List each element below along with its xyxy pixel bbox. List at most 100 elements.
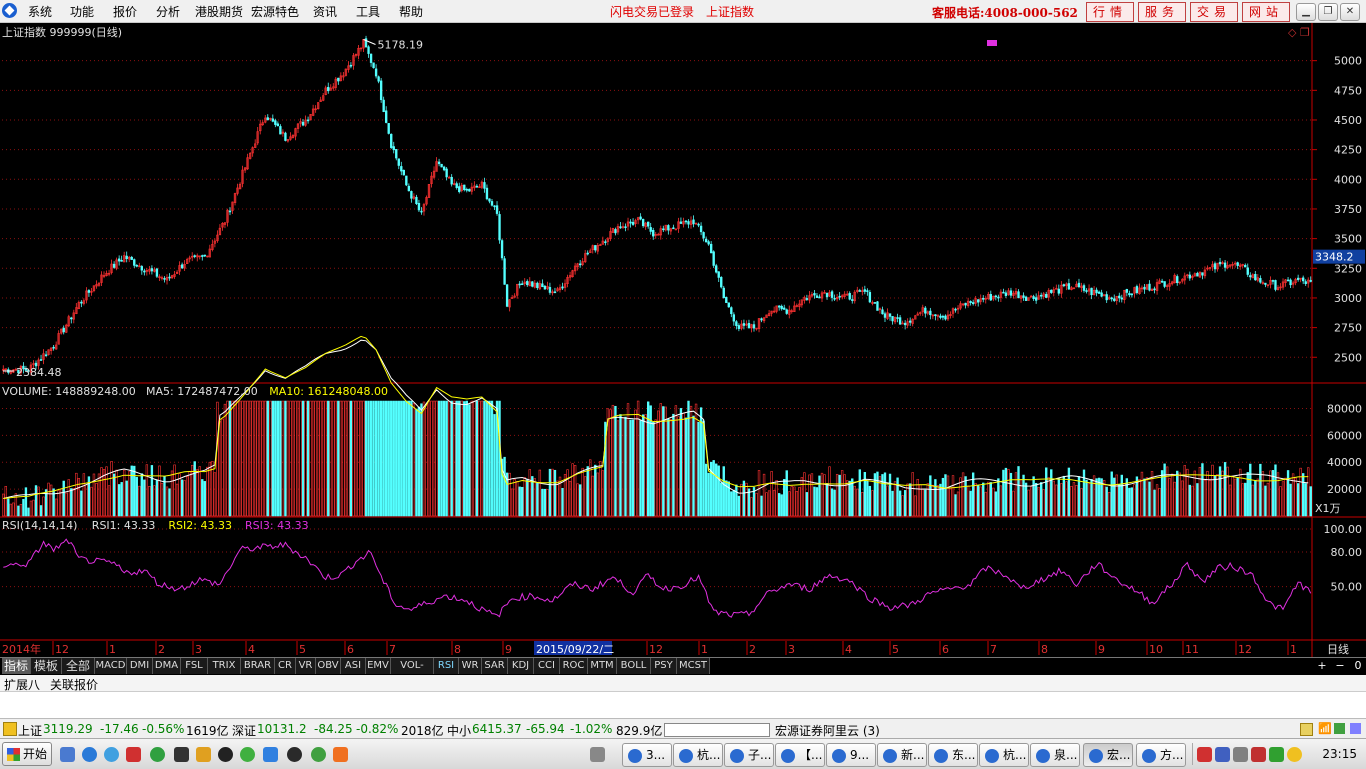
taskbar-item-6[interactable]: 东...	[928, 743, 978, 767]
indicator-tab-17[interactable]: SAR	[482, 658, 508, 674]
taskbar-item-5[interactable]: 新...	[877, 743, 927, 767]
indicator-tab-21[interactable]: MTM	[588, 658, 617, 674]
indicator-tab-4[interactable]: DMI	[127, 658, 153, 674]
taskbar-item-4[interactable]: 9...	[826, 743, 876, 767]
volume-bar	[453, 400, 456, 517]
alert-icon[interactable]	[1300, 723, 1313, 736]
chart-area[interactable]: 2500 2750 3000 3250 3500 3750 4000 4250 4500 4750…	[0, 23, 1366, 687]
volume-bar	[1244, 482, 1247, 517]
app-icon[interactable]	[126, 747, 141, 762]
start-button[interactable]: 开始	[2, 742, 52, 766]
reset-button[interactable]: 0	[1350, 658, 1366, 674]
volume-bar	[314, 400, 317, 517]
indicator-tab-0[interactable]: 指标	[2, 658, 31, 674]
indicator-tab-1[interactable]: 模板	[31, 658, 62, 674]
ext-tab-8[interactable]: 扩展八	[4, 676, 40, 693]
menu-system[interactable]: 系统	[28, 3, 52, 20]
volume-bar	[1296, 483, 1300, 517]
tray-icon-6[interactable]	[1287, 747, 1302, 762]
ext-tab-related-quotes[interactable]: 关联报价	[50, 676, 98, 693]
tray-icon-1[interactable]	[1197, 747, 1212, 762]
indicator-tab-14[interactable]: VOL-TDX	[391, 658, 434, 687]
qq-icon[interactable]	[218, 747, 233, 762]
indicator-tab-5[interactable]: DMA	[153, 658, 181, 674]
volume-bar	[1176, 470, 1179, 517]
indicator-tab-16[interactable]: WR	[459, 658, 482, 674]
media-icon[interactable]	[174, 747, 189, 762]
app4-icon[interactable]	[333, 747, 348, 762]
indicator-tab-3[interactable]: MACD	[95, 658, 127, 674]
menu-analysis[interactable]: 分析	[156, 3, 180, 20]
indicator-tab-18[interactable]: KDJ	[508, 658, 534, 674]
volume-bar	[110, 461, 113, 517]
folder-icon[interactable]	[196, 747, 211, 762]
tray-icon-3[interactable]	[1233, 747, 1248, 762]
indicator-tab-12[interactable]: ASI	[341, 658, 366, 674]
app2-icon[interactable]	[150, 747, 165, 762]
show-desktop-icon[interactable]	[60, 747, 75, 762]
taskbar-item-0[interactable]: 3...	[622, 743, 672, 767]
indicator-tab-10[interactable]: VR	[296, 658, 316, 674]
service-button[interactable]: 服务	[1138, 2, 1186, 22]
trade-button[interactable]: 交易	[1190, 2, 1238, 22]
chrome-icon[interactable]	[240, 747, 255, 762]
browser-icon[interactable]	[104, 747, 119, 762]
taskbar-item-7[interactable]: 杭...	[979, 743, 1029, 767]
indicator-tab-9[interactable]: CR	[275, 658, 296, 674]
indicator-tab-13[interactable]: EMV	[366, 658, 391, 674]
indicator-tab-11[interactable]: OBV	[316, 658, 341, 674]
zoom-in-button[interactable]: +	[1314, 658, 1330, 674]
indicator-tab-24[interactable]: MCST	[677, 658, 710, 674]
volume-bar	[405, 400, 408, 517]
volume-bar	[1115, 474, 1118, 517]
indicator-tab-8[interactable]: BRAR	[241, 658, 275, 674]
website-button[interactable]: 网站	[1242, 2, 1290, 22]
menu-news[interactable]: 资讯	[313, 3, 337, 20]
close-icon[interactable]: ✕	[1340, 3, 1360, 21]
kline-chart[interactable]: 2500275030003250350037504000425045004750…	[0, 23, 1366, 657]
taskbar-item-8[interactable]: 泉...	[1030, 743, 1080, 767]
volume-bar	[349, 400, 353, 517]
menu-help[interactable]: 帮助	[399, 3, 423, 20]
chart-title: 上证指数 999999(日线)	[2, 25, 122, 39]
tray-icon-5[interactable]	[1269, 747, 1284, 762]
tray-icon-4[interactable]	[1251, 747, 1266, 762]
taskbar-item-3[interactable]: 【...	[775, 743, 825, 767]
clock[interactable]: 23:15	[1322, 747, 1357, 761]
candle-body	[120, 260, 123, 262]
indicator-tab-23[interactable]: PSY	[651, 658, 677, 674]
candle-body	[848, 293, 851, 300]
taskbar-item-1[interactable]: 杭...	[673, 743, 723, 767]
zoom-out-button[interactable]: −	[1332, 658, 1348, 674]
tray-icon-2[interactable]	[1215, 747, 1230, 762]
indicator-tab-20[interactable]: ROC	[560, 658, 588, 674]
volume-bar	[425, 403, 428, 517]
qq2-icon[interactable]	[287, 747, 302, 762]
indicator-tab-7[interactable]: TRIX	[208, 658, 241, 674]
candle-body	[1246, 267, 1249, 275]
volume-bar	[568, 480, 572, 517]
menu-quote[interactable]: 报价	[113, 3, 137, 20]
indicator-tab-22[interactable]: BOLL	[617, 658, 651, 674]
menu-function[interactable]: 功能	[70, 3, 94, 20]
keyboard-icon[interactable]	[590, 747, 605, 762]
app3-icon[interactable]	[263, 747, 278, 762]
taskbar-item-9[interactable]: 宏...	[1083, 743, 1133, 767]
browser2-icon[interactable]	[311, 747, 326, 762]
indicator-tab-6[interactable]: FSL	[181, 658, 208, 674]
volume-bar	[1254, 480, 1257, 517]
menu-hk-futures[interactable]: 港股期货	[195, 3, 243, 20]
taskbar-item-10[interactable]: 方...	[1136, 743, 1186, 767]
menu-hongyuan[interactable]: 宏源特色	[251, 3, 299, 20]
indicator-tab-2[interactable]: 全部	[62, 658, 95, 674]
menu-tools[interactable]: 工具	[356, 3, 380, 20]
indicator-tab-19[interactable]: CCI	[534, 658, 560, 674]
indicator-tab-15[interactable]: RSI	[434, 658, 459, 674]
taskbar-item-2[interactable]: 子...	[724, 743, 774, 767]
minimize-icon[interactable]: ▁	[1296, 3, 1316, 21]
ie-icon[interactable]	[82, 747, 97, 762]
volume-bar	[37, 486, 40, 517]
market-button[interactable]: 行情	[1086, 2, 1134, 22]
restore-icon[interactable]: ❐	[1318, 3, 1338, 21]
candle-body	[1223, 262, 1227, 268]
